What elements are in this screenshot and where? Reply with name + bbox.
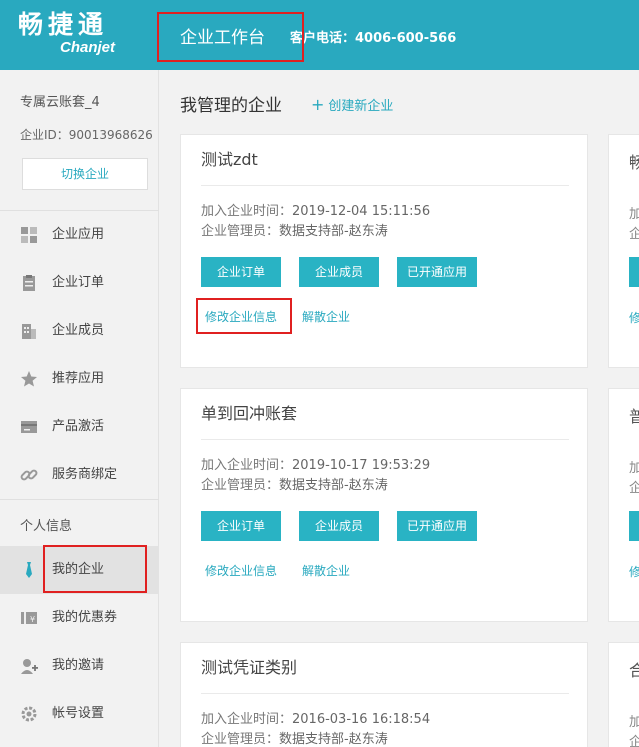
sidebar-item-label: 企业应用 xyxy=(52,227,105,242)
edit-enterprise-link[interactable]: 修改企业信息 xyxy=(205,563,277,579)
sidebar-item-label: 企业订单 xyxy=(52,275,105,290)
section-personal-info: 个人信息 xyxy=(20,519,73,534)
sidebar-item-label: 我的优惠券 xyxy=(52,610,118,625)
admin: 企业管理员：数据支持部-赵东涛 xyxy=(201,223,388,241)
enterprise-name: 测试凭证类别 xyxy=(201,658,298,677)
join-time-label: 加入企业时间： xyxy=(201,712,293,727)
sidebar-item-account-settings[interactable]: 帐号设置 xyxy=(0,690,159,738)
sidebar-item-enterprise-members[interactable]: 企业成员 xyxy=(0,307,159,355)
join-time-label: 加入企业时间： xyxy=(201,204,293,219)
sidebar-item-enterprise-orders[interactable]: 企业订单 xyxy=(0,259,159,307)
enterprise-orders-button[interactable]: 企业订单 xyxy=(201,257,281,287)
page-title: 我管理的企业 xyxy=(180,96,282,116)
edit-enterprise-link[interactable]: 修 xyxy=(629,309,639,326)
dissolve-enterprise-link[interactable]: 解散企业 xyxy=(302,563,350,579)
enterprise-card-partial: 普 加 企 修 xyxy=(608,388,639,622)
customer-phone: 客户电话：4006-600-566 xyxy=(290,31,457,46)
enterprise-orders-button[interactable]: 企业订单 xyxy=(201,511,281,541)
sidebar-item-label: 产品激活 xyxy=(52,419,105,434)
enterprise-name: 合 xyxy=(629,661,639,680)
enterprise-name: 普 xyxy=(629,407,639,426)
sidebar-item-recommended-apps[interactable]: 推荐应用 xyxy=(0,355,159,403)
admin-label: 企业管理员： xyxy=(201,732,280,747)
opened-apps-button[interactable]: 已开通应用 xyxy=(397,511,477,541)
admin: 企业管理员：数据支持部-赵东涛 xyxy=(201,477,388,495)
enterprise-name: 单到回冲账套 xyxy=(201,404,298,423)
sidebar-item-enterprise-apps[interactable]: 企业应用 xyxy=(0,211,159,259)
logo-text-en: Chanjet xyxy=(60,39,116,56)
clipboard-icon xyxy=(23,275,35,291)
enterprise-card: 测试凭证类别 加入企业时间：2016-03-16 16:18:54 企业管理员：… xyxy=(180,642,588,747)
enterprise-members-button[interactable]: 企业成员 xyxy=(299,257,379,287)
grid-icon xyxy=(21,227,37,243)
building-icon xyxy=(22,324,36,339)
enterprise-card-partial: 合 加 企 xyxy=(608,642,639,747)
join-time: 加入企业时间：2019-12-04 15:11:56 xyxy=(201,203,430,221)
svg-text:¥: ¥ xyxy=(30,615,35,624)
link-icon xyxy=(20,469,38,481)
sidebar-item-provider-binding[interactable]: 服务商绑定 xyxy=(0,451,159,499)
sidebar-item-my-invites[interactable]: 我的邀请 xyxy=(0,642,159,690)
create-enterprise-link[interactable]: + 创建新企业 xyxy=(311,96,393,116)
logo-text-cn: 畅捷通 xyxy=(18,10,109,39)
card-divider xyxy=(201,439,569,440)
dissolve-enterprise-link[interactable]: 解散企业 xyxy=(302,309,350,325)
admin-value: 数据支持部-赵东涛 xyxy=(279,224,388,239)
chanjet-logo[interactable]: 畅捷通 Chanjet xyxy=(18,10,148,60)
admin-label: 企 xyxy=(629,735,639,747)
join-time-label: 加 xyxy=(629,207,639,222)
sidebar-item-label: 推荐应用 xyxy=(52,371,105,386)
join-time-value: 2019-10-17 19:53:29 xyxy=(292,458,431,473)
enterprise-orders-button[interactable] xyxy=(629,257,639,287)
enterprise-card-partial: 畅 加 企 修 xyxy=(608,134,639,368)
admin-value: 数据支持部-赵东涛 xyxy=(279,478,388,493)
admin-label: 企业管理员： xyxy=(201,478,280,493)
card-icon xyxy=(21,421,37,433)
highlight-box-header xyxy=(157,12,304,62)
coupon-icon: ¥ xyxy=(21,612,37,624)
sidebar-item-label: 帐号设置 xyxy=(52,706,105,721)
join-time-label: 加 xyxy=(629,715,639,730)
sidebar-item-label: 服务商绑定 xyxy=(52,467,118,482)
enterprise-members-button[interactable]: 企业成员 xyxy=(299,511,379,541)
gear-icon xyxy=(21,706,37,722)
admin-label: 企业管理员： xyxy=(201,224,280,239)
sidebar-divider xyxy=(0,499,159,500)
admin-value: 数据支持部-赵东涛 xyxy=(279,732,388,747)
enterprise-name: 测试zdt xyxy=(201,150,258,169)
card-divider xyxy=(201,185,569,186)
admin: 企业管理员：数据支持部-赵东涛 xyxy=(201,731,388,747)
sidebar-item-label: 我的邀请 xyxy=(52,658,105,673)
sidebar: 专属云账套_4 企业ID：90013968626 切换企业 企业应用 企业订单 … xyxy=(0,70,159,747)
create-enterprise-label: 创建新企业 xyxy=(328,99,394,114)
join-time: 加入企业时间：2016-03-16 16:18:54 xyxy=(201,711,430,729)
sidebar-item-my-coupons[interactable]: ¥ 我的优惠券 xyxy=(0,594,159,642)
card-divider xyxy=(201,693,569,694)
user-plus-icon xyxy=(21,659,38,674)
top-header: 畅捷通 Chanjet 企业工作台 客户电话：4006-600-566 xyxy=(0,0,639,70)
admin-label: 企 xyxy=(629,227,639,242)
account-name: 专属云账套_4 xyxy=(20,95,100,110)
enterprise-card: 单到回冲账套 加入企业时间：2019-10-17 19:53:29 企业管理员：… xyxy=(180,388,588,622)
sidebar-item-label: 企业成员 xyxy=(52,323,105,338)
plus-icon: + xyxy=(311,95,325,114)
enterprise-card: 测试zdt 加入企业时间：2019-12-04 15:11:56 企业管理员：数… xyxy=(180,134,588,368)
highlight-box-my-enterprise xyxy=(43,545,147,593)
join-time-label: 加 xyxy=(629,461,639,476)
admin-label: 企 xyxy=(629,481,639,496)
sidebar-item-product-activation[interactable]: 产品激活 xyxy=(0,403,159,451)
join-time-value: 2016-03-16 16:18:54 xyxy=(292,712,431,727)
opened-apps-button[interactable]: 已开通应用 xyxy=(397,257,477,287)
star-icon xyxy=(21,371,37,387)
enterprise-name: 畅 xyxy=(629,153,639,172)
join-time-value: 2019-12-04 15:11:56 xyxy=(292,204,431,219)
highlight-box-edit xyxy=(196,298,292,334)
enterprise-id: 企业ID：90013968626 xyxy=(20,128,153,142)
join-time: 加入企业时间：2019-10-17 19:53:29 xyxy=(201,457,430,475)
switch-enterprise-button[interactable]: 切换企业 xyxy=(22,158,148,190)
enterprise-orders-button[interactable] xyxy=(629,511,639,541)
tie-icon xyxy=(26,562,32,578)
edit-enterprise-link[interactable]: 修 xyxy=(629,563,639,580)
join-time-label: 加入企业时间： xyxy=(201,458,293,473)
